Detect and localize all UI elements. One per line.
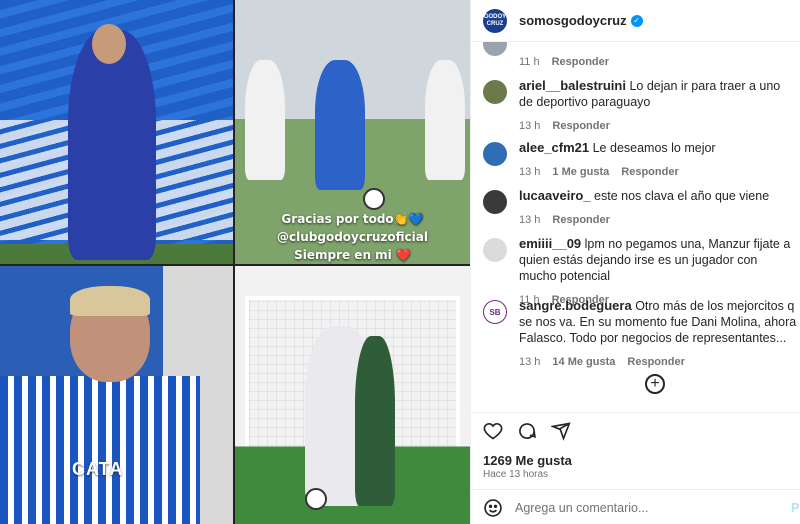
account-avatar-text: GODOY CRUZ: [483, 13, 507, 27]
comment-text: Le deseamos lo mejor: [592, 141, 716, 155]
commenter-avatar[interactable]: [483, 42, 507, 56]
comment-icon[interactable]: [517, 421, 537, 441]
commenter-avatar[interactable]: [483, 80, 507, 104]
comment-time: 13 h: [519, 356, 541, 368]
comments-list[interactable]: 11 h Responder ariel__balestruini Lo dej…: [471, 42, 800, 412]
comment-time: 13 h: [519, 120, 541, 132]
comment-item: ariel__balestruini Lo dejan ir para trae…: [483, 78, 800, 134]
post-time: Hace 13 horas: [483, 469, 549, 480]
comment-item: SB sangre.bodeguera Otro más de los mejo…: [483, 298, 800, 370]
photo-player-stadium: [0, 0, 233, 264]
reply-button[interactable]: Responder: [621, 164, 678, 180]
share-icon[interactable]: [551, 421, 571, 441]
reply-button[interactable]: Responder: [552, 54, 609, 70]
comment-username[interactable]: alee_cfm21: [519, 140, 589, 155]
account-avatar[interactable]: GODOY CRUZ: [483, 8, 507, 33]
photo-match-action: Gracias por todo👏💙 @clubgodoycruzoficial…: [235, 0, 470, 264]
post-media[interactable]: Gracias por todo👏💙 @clubgodoycruzoficial…: [0, 0, 470, 524]
comment-username[interactable]: lucaaveiro_: [519, 188, 591, 203]
photo-ball-dispute: [235, 266, 470, 524]
commenter-avatar[interactable]: SB: [483, 300, 507, 324]
commenter-avatar[interactable]: [483, 142, 507, 166]
comment-item: lucaaveiro_ este nos clava el año que vi…: [483, 188, 800, 228]
emoji-icon[interactable]: [483, 498, 503, 518]
comment-likes[interactable]: 14 Me gusta: [552, 354, 615, 370]
comment-item: 11 h Responder: [483, 42, 800, 70]
media-caption-line-1: Gracias por todo👏💙: [281, 212, 424, 226]
media-caption-line-2: @clubgodoycruzoficial: [277, 230, 428, 244]
post-comment-button[interactable]: Pu: [791, 501, 800, 515]
account-username[interactable]: somosgodoycruz: [519, 13, 627, 28]
comment-text: este nos clava el año que viene: [594, 189, 770, 203]
comment-likes[interactable]: 1 Me gusta: [552, 164, 609, 180]
post-header: GODOY CRUZ somosgodoycruz ✓: [471, 0, 800, 42]
reply-button[interactable]: Responder: [627, 354, 684, 370]
comment-username[interactable]: ariel__balestruini: [519, 78, 626, 93]
post-sidebar: GODOY CRUZ somosgodoycruz ✓ 11 h Respond…: [470, 0, 800, 524]
commenter-avatar[interactable]: [483, 190, 507, 214]
verified-icon: ✓: [630, 14, 643, 27]
commenter-avatar[interactable]: [483, 238, 507, 262]
media-caption-line-3: Siempre en mi ❤️: [294, 248, 411, 262]
post-actions: 1269 Me gusta Hace 13 horas Pu: [471, 412, 800, 524]
sponsor-logo-text: CATA: [72, 459, 124, 479]
comment-composer: Pu: [471, 489, 800, 524]
comment-item: alee_cfm21 Le deseamos lo mejor 13 h 1 M…: [483, 140, 800, 180]
photo-player-closeup: CATA: [0, 266, 233, 524]
comment-input[interactable]: [515, 500, 775, 515]
comment-username[interactable]: emiiii__09: [519, 236, 581, 251]
add-comments-icon[interactable]: +: [645, 374, 665, 394]
commenter-avatar-text: SB: [489, 307, 501, 317]
comment-time: 13 h: [519, 214, 541, 226]
comment-username[interactable]: sangre.bodeguera: [519, 298, 632, 313]
reply-button[interactable]: Responder: [552, 118, 609, 134]
comment-time: 13 h: [519, 166, 541, 178]
reply-button[interactable]: Responder: [552, 212, 609, 228]
heart-icon[interactable]: [483, 421, 503, 441]
comment-time: 11 h: [519, 56, 540, 68]
action-icons: [483, 421, 571, 441]
likes-count[interactable]: 1269 Me gusta: [483, 453, 572, 468]
